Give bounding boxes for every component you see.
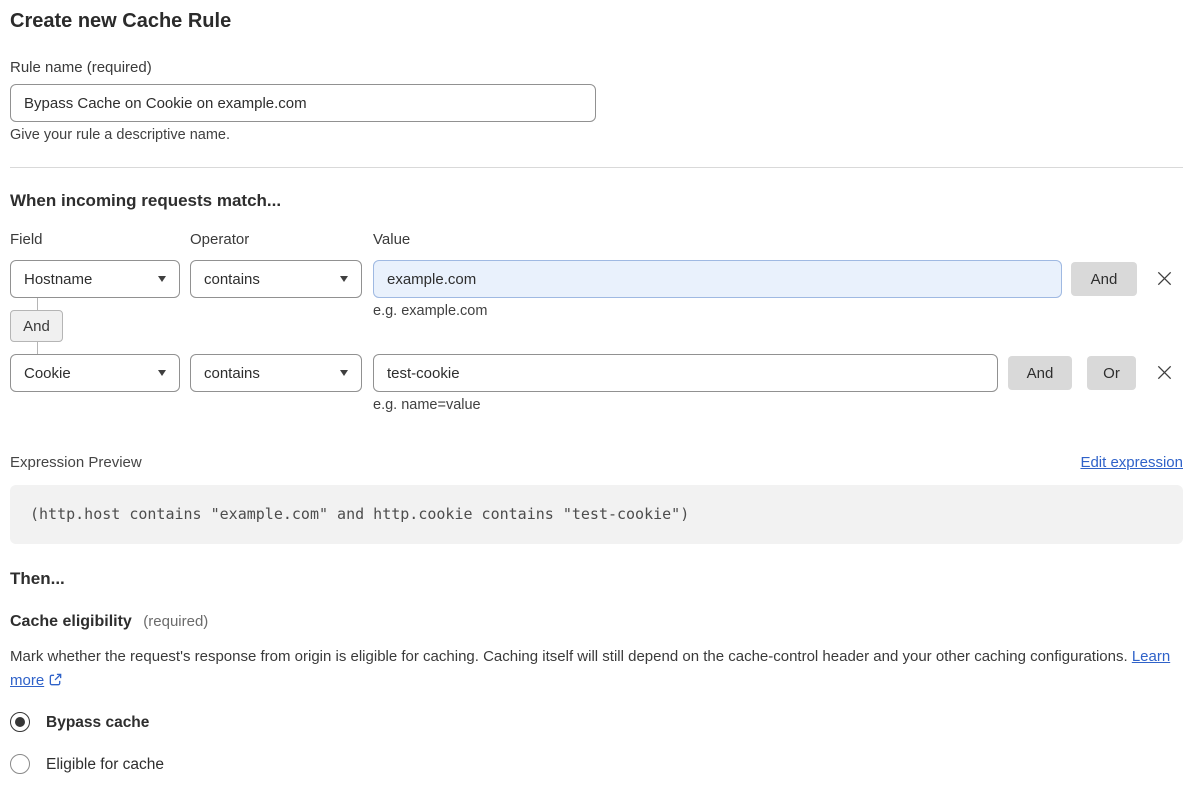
edit-expression-link[interactable]: Edit expression	[1080, 454, 1183, 471]
eligible-for-cache-label: Eligible for cache	[46, 756, 165, 773]
column-label-value: Value	[373, 231, 411, 248]
value-input-row1[interactable]	[373, 260, 1062, 298]
section-divider	[10, 167, 1183, 168]
remove-condition-row1-button[interactable]	[1150, 264, 1178, 292]
match-heading: When incoming requests match...	[10, 191, 282, 210]
rule-name-helper: Give your rule a descriptive name.	[10, 127, 231, 143]
operator-select-row1-value: contains	[204, 270, 260, 288]
or-button-row2[interactable]: Or	[1087, 356, 1136, 390]
cache-eligibility-required-note: (required)	[143, 613, 209, 630]
operator-select-row2-value: contains	[204, 364, 260, 382]
chevron-down-icon	[340, 276, 348, 282]
radio-dot	[15, 717, 25, 727]
cache-eligibility-description-text: Mark whether the request's response from…	[10, 648, 1128, 665]
chevron-down-icon	[158, 276, 166, 282]
field-select-row1-value: Hostname	[24, 270, 93, 288]
chevron-down-icon	[158, 370, 166, 376]
connector-line-top	[37, 298, 38, 310]
expression-code: (http.host contains "example.com" and ht…	[30, 505, 690, 523]
and-button-row1[interactable]: And	[1071, 262, 1137, 296]
remove-condition-row2-button[interactable]	[1150, 358, 1178, 386]
value-input-row2[interactable]	[373, 354, 998, 392]
rule-name-input[interactable]	[10, 84, 596, 122]
cache-eligibility-heading: Cache eligibility	[10, 613, 132, 630]
connector-line-bottom	[37, 342, 38, 354]
connector-and-button[interactable]: And	[10, 310, 63, 342]
then-heading: Then...	[10, 569, 65, 588]
bypass-cache-radio[interactable]	[10, 712, 30, 732]
operator-select-row2[interactable]: contains	[190, 354, 362, 392]
bypass-cache-label: Bypass cache	[46, 714, 150, 731]
value-helper-row2: e.g. name=value	[373, 397, 481, 413]
cache-eligibility-heading-row: Cache eligibility (required)	[10, 613, 208, 631]
field-select-row2-value: Cookie	[24, 364, 71, 382]
chevron-down-icon	[340, 370, 348, 376]
field-select-row2[interactable]: Cookie	[10, 354, 180, 392]
close-icon	[1157, 365, 1171, 379]
external-link-icon	[50, 673, 62, 686]
expression-preview-label: Expression Preview	[10, 454, 142, 471]
and-button-row2[interactable]: And	[1008, 356, 1072, 390]
page-title: Create new Cache Rule	[10, 10, 232, 32]
rule-name-label: Rule name (required)	[10, 59, 152, 76]
eligible-for-cache-radio[interactable]	[10, 754, 30, 774]
cache-eligibility-description: Mark whether the request's response from…	[10, 645, 1183, 693]
column-label-field: Field	[10, 231, 43, 248]
value-helper-row1: e.g. example.com	[373, 303, 488, 319]
close-icon	[1157, 271, 1171, 285]
operator-select-row1[interactable]: contains	[190, 260, 362, 298]
column-label-operator: Operator	[190, 231, 250, 248]
field-select-row1[interactable]: Hostname	[10, 260, 180, 298]
